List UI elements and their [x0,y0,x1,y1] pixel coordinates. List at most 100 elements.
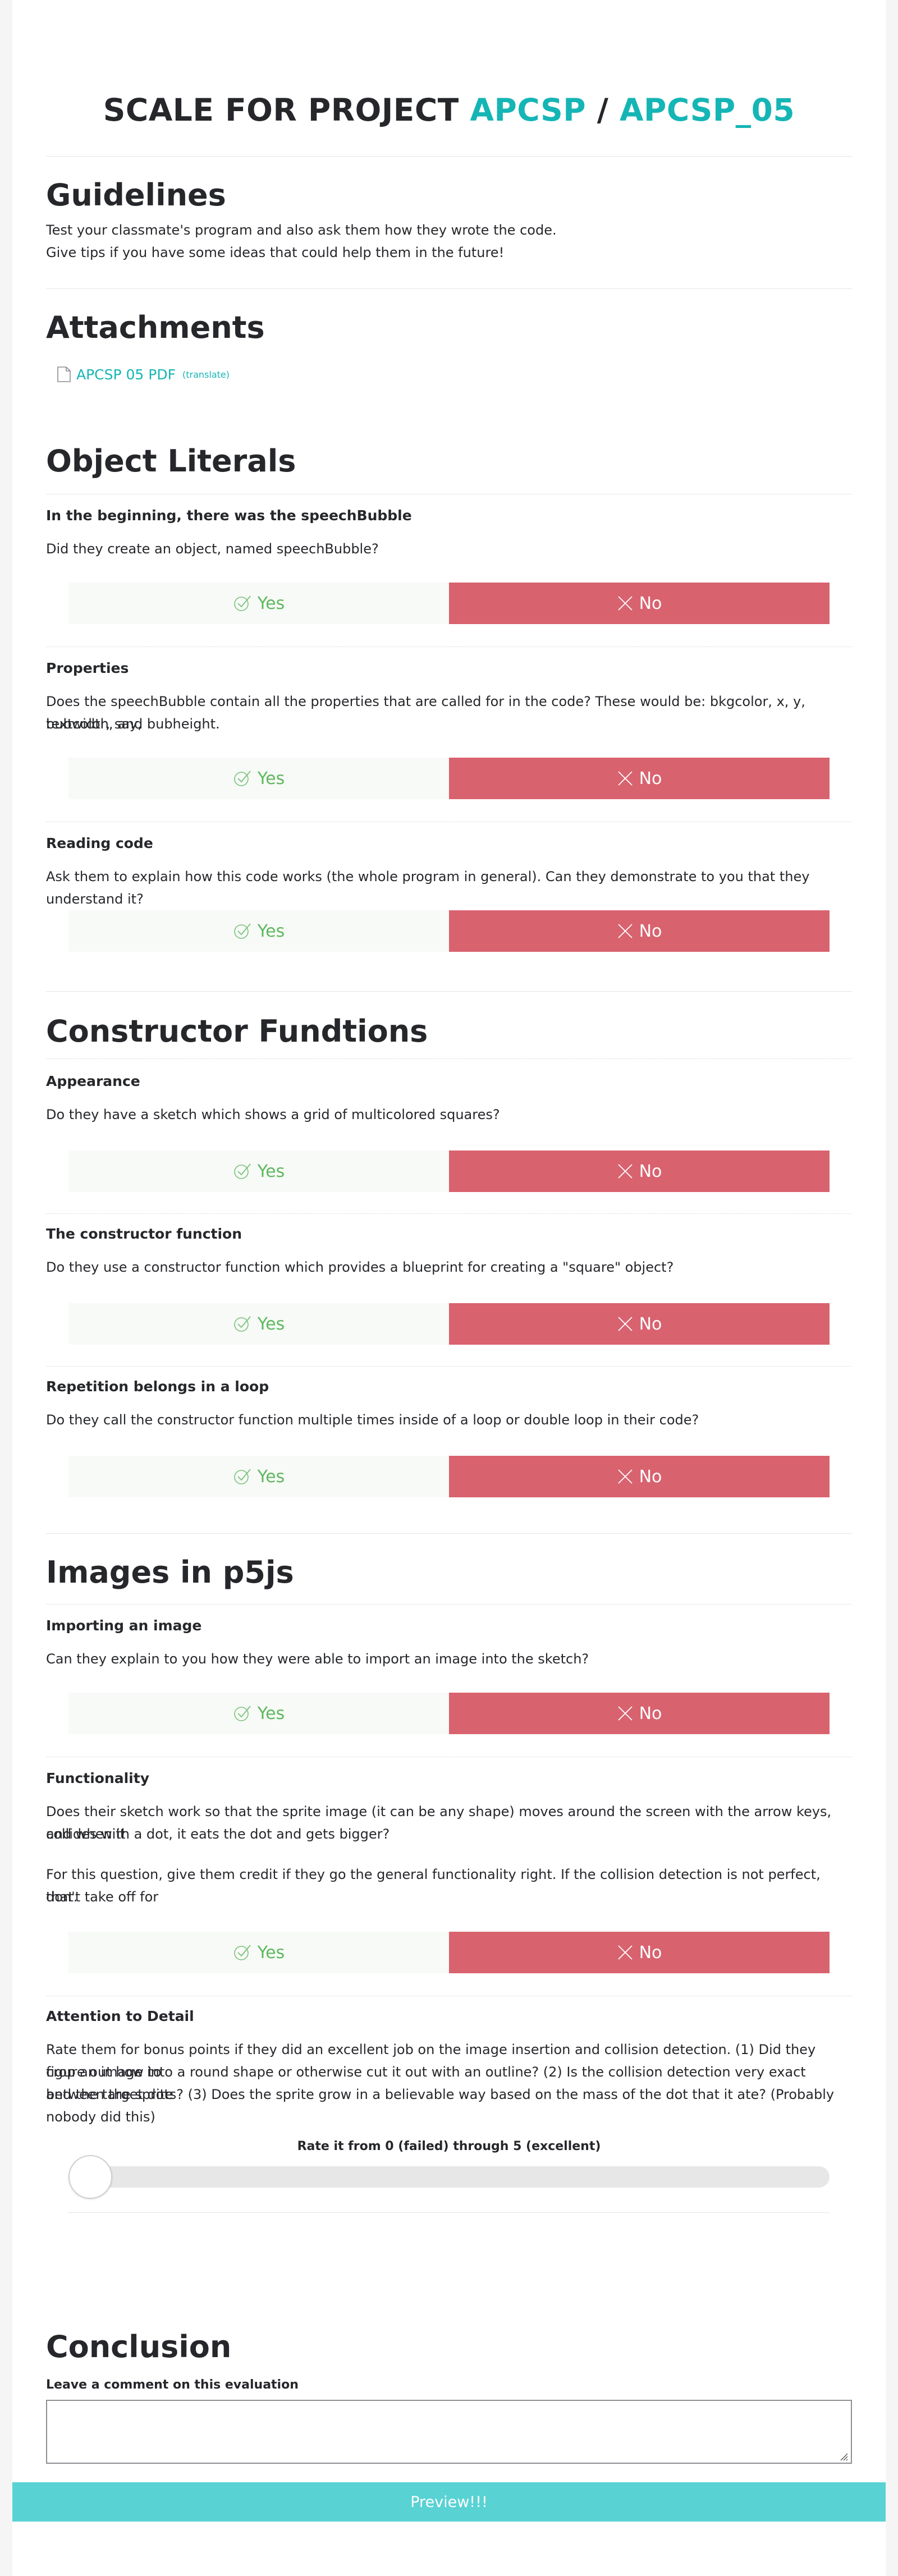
check-icon [233,1163,251,1179]
question-text: collides with a dot, it eats the dot and… [46,1826,390,1842]
title-separator: / [597,92,609,128]
attachment-pdf-link[interactable]: APCSP 05 PDF [76,366,176,383]
rating-slider-track[interactable] [68,2166,830,2188]
answer-buttons: Yes No [68,1693,830,1734]
answer-buttons: Yes No [68,583,830,624]
section-heading-constructor-functions: Constructor Fundtions [46,1014,428,1049]
rating-slider-handle[interactable] [68,2155,112,2199]
no-button[interactable]: No [449,1151,830,1192]
yes-button[interactable]: Yes [68,583,449,624]
divider [46,991,852,992]
title-prefix: SCALE FOR PROJECT [103,92,459,128]
close-icon [617,596,633,611]
answer-buttons: Yes No [68,1303,830,1345]
attachments-heading: Attachments [46,310,265,345]
guidelines-line-2: Give tips if you have some ideas that co… [46,245,505,260]
section-heading-images-in-p5js: Images in p5js [46,1555,294,1590]
guidelines-heading: Guidelines [46,177,226,213]
yes-label: Yes [257,768,285,789]
yes-button[interactable]: Yes [68,1932,449,1973]
close-icon [617,771,633,786]
no-label: No [639,1466,662,1487]
no-button[interactable]: No [449,1932,830,1973]
yes-button[interactable]: Yes [68,1303,449,1345]
course-link[interactable]: APCSP [470,92,586,128]
question-text: Ask them to explain how this code works … [46,869,810,907]
no-button[interactable]: No [449,1456,830,1497]
question-title: In the beginning, there was the speechBu… [46,507,412,524]
preview-button[interactable]: Preview!!! [12,2482,886,2522]
yes-label: Yes [257,593,285,613]
project-link[interactable]: APCSP_05 [620,92,795,128]
section-heading-object-literals: Object Literals [46,443,296,479]
question-title: Properties [46,660,129,676]
question-title: The constructor function [46,1226,242,1242]
answer-buttons: Yes No [68,758,830,799]
translate-link[interactable]: (translate) [182,369,230,380]
answer-buttons: Yes No [68,1932,830,1973]
rating-label: Rate it from 0 (failed) through 5 (excel… [297,2139,601,2153]
guidelines-line-1: Test your classmate's program and also a… [46,222,557,238]
no-label: No [639,1314,662,1334]
question-text: Do they call the constructor function mu… [46,1412,699,1428]
no-button[interactable]: No [449,1693,830,1734]
question-text: Do they have a sketch which shows a grid… [46,1107,500,1122]
close-icon [617,1706,633,1721]
divider [68,2212,830,2213]
yes-button[interactable]: Yes [68,1151,449,1192]
question-title: Reading code [46,835,153,851]
resize-handle-icon[interactable] [837,2450,849,2462]
question-text: and the target dots? (3) Does the sprite… [46,2087,835,2125]
yes-button[interactable]: Yes [68,1456,449,1497]
check-icon [233,1469,251,1484]
divider [46,1366,852,1367]
close-icon [617,924,633,938]
close-icon [617,1164,633,1179]
no-button[interactable]: No [449,758,830,799]
answer-buttons: Yes No [68,1151,830,1192]
no-button[interactable]: No [449,1303,830,1345]
document-icon [56,366,72,383]
yes-label: Yes [257,1161,285,1181]
yes-button[interactable]: Yes [68,910,449,952]
check-icon [233,771,251,786]
question-title: Functionality [46,1770,149,1786]
divider [46,1213,852,1214]
yes-label: Yes [257,1942,285,1963]
check-icon [233,1945,251,1960]
question-text: Did they create an object, named speechB… [46,541,379,557]
divider [46,156,852,157]
question-title: Attention to Detail [46,2008,194,2024]
question-title: Importing an image [46,1617,202,1634]
check-icon [233,923,251,939]
question-text: bubwidth, and bubheight. [46,716,220,732]
page-margin-left [0,0,12,2576]
question-text: Can they explain to you how they were ab… [46,1651,589,1667]
check-icon [233,595,251,611]
answer-buttons: Yes No [68,910,830,952]
attachment-item: APCSP 05 PDF (translate) [56,366,230,383]
question-title: Repetition belongs in a loop [46,1378,269,1395]
no-label: No [639,768,662,789]
question-text: that. [46,1889,78,1905]
no-button[interactable]: No [449,583,830,624]
close-icon [617,1317,633,1331]
conclusion-heading: Conclusion [46,2329,232,2364]
yes-button[interactable]: Yes [68,1693,449,1734]
no-button[interactable]: No [449,910,830,952]
check-icon [233,1706,251,1721]
question-text: Do they use a constructor function which… [46,1259,674,1275]
question-title: Appearance [46,1073,140,1089]
no-label: No [639,593,662,613]
no-label: No [639,1942,662,1963]
comment-label: Leave a comment on this evaluation [46,2378,299,2392]
page-title: SCALE FOR PROJECT APCSP / APCSP_05 [46,92,852,128]
yes-label: Yes [257,1703,285,1724]
yes-label: Yes [257,1314,285,1334]
divider [46,288,852,289]
comment-textarea[interactable] [46,2400,852,2464]
yes-button[interactable]: Yes [68,758,449,799]
evaluation-page: SCALE FOR PROJECT APCSP / APCSP_05 Guide… [0,0,898,2576]
close-icon [617,1945,633,1960]
no-label: No [639,1703,662,1724]
